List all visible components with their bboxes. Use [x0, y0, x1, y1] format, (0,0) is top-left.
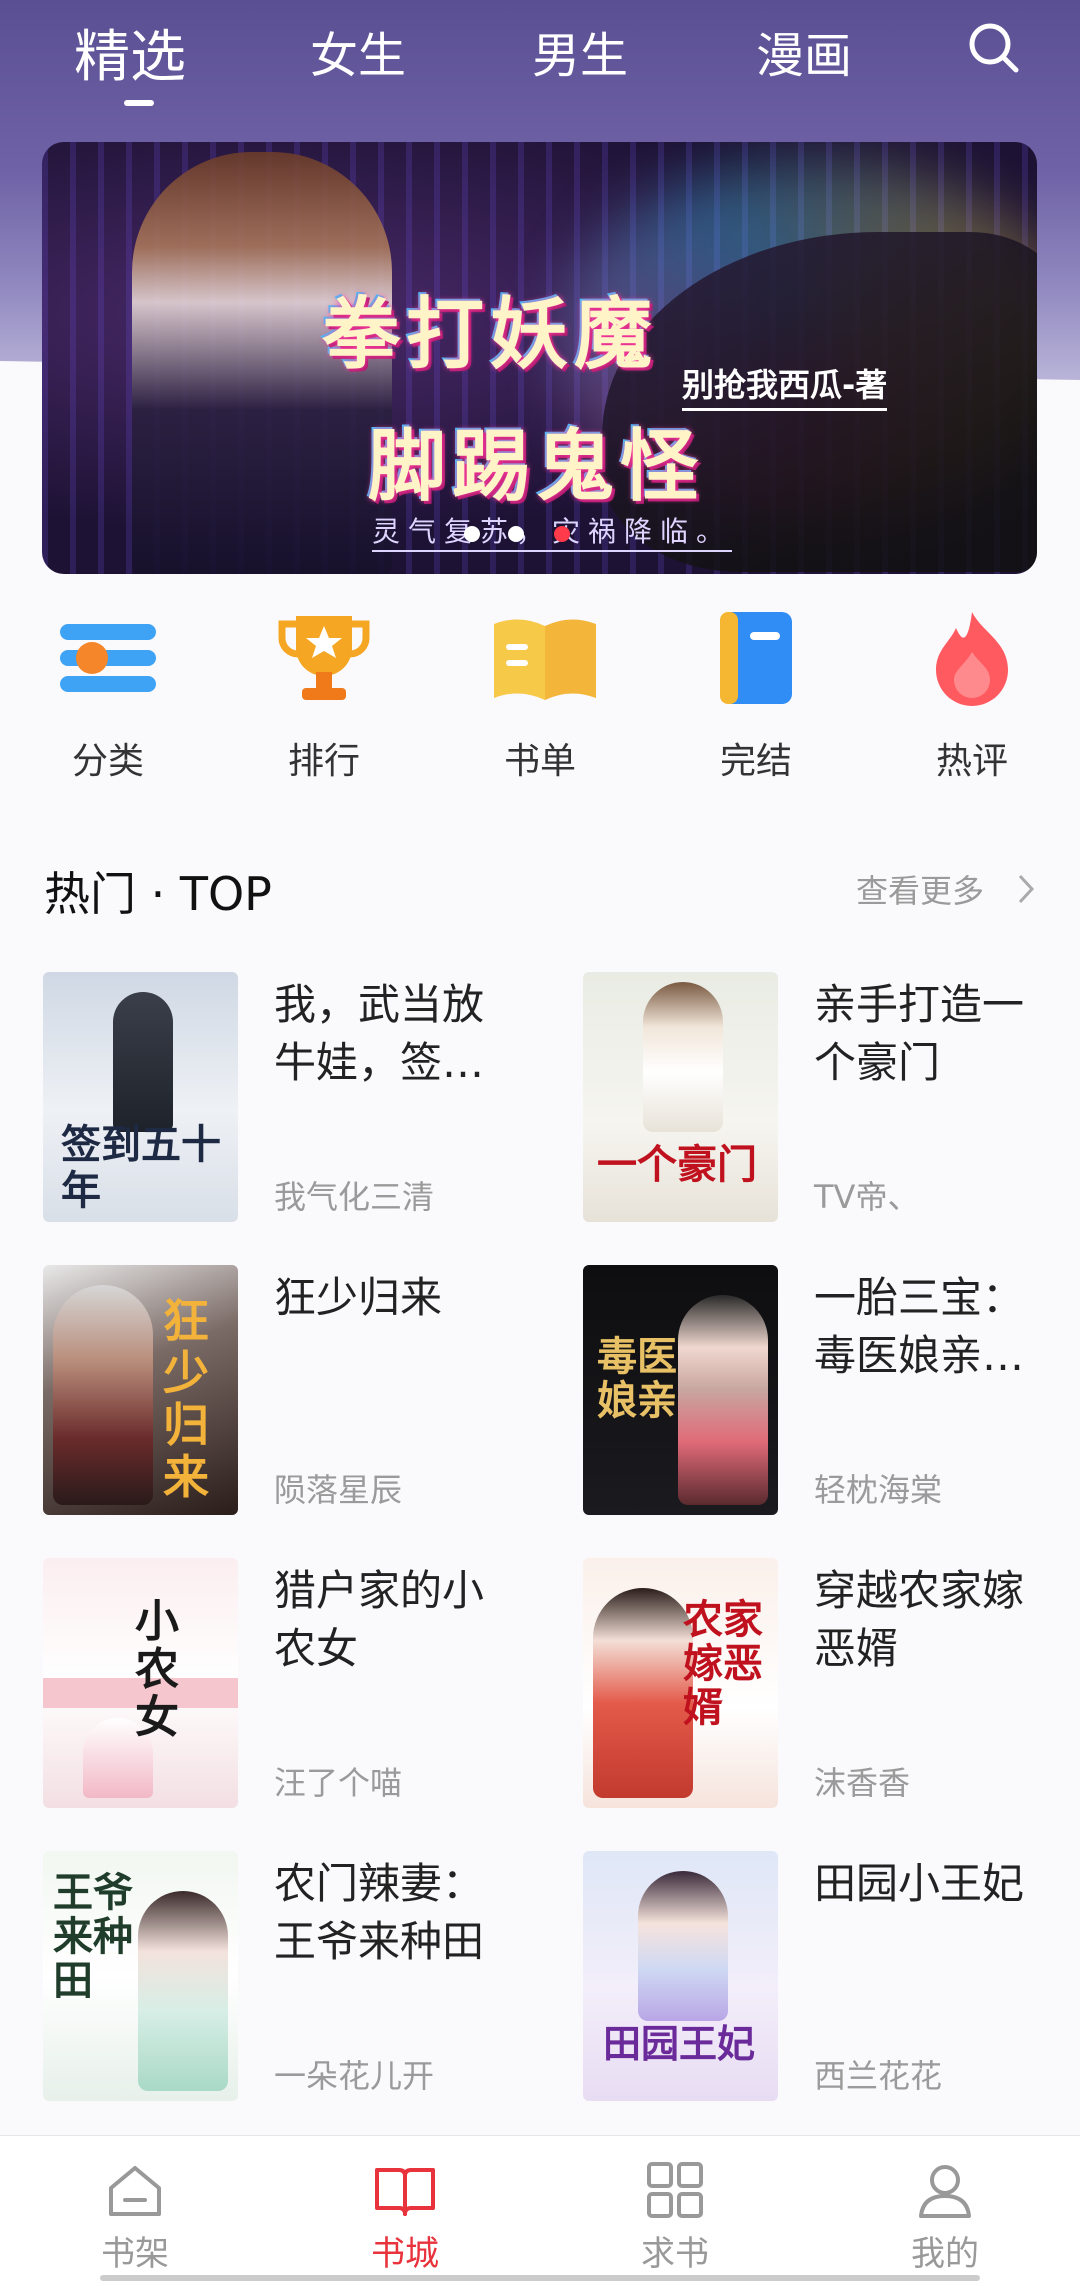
- trophy-icon: [274, 608, 374, 708]
- bottom-nav-label: 书城: [371, 2234, 439, 2274]
- book-item[interactable]: 田园王妃 田园小王妃 西兰花花: [583, 1851, 1080, 2101]
- book-author: 我气化三清: [274, 1178, 435, 1216]
- pagination-dot: [508, 526, 524, 542]
- bottom-nav-bookshelf[interactable]: 书架: [0, 2136, 270, 2284]
- tab-comics[interactable]: 漫画: [756, 16, 852, 86]
- tab-male[interactable]: 男生: [532, 16, 628, 86]
- banner-title-line2: 脚踢鬼怪: [368, 422, 705, 512]
- book-cover: 小农女: [43, 1558, 238, 1808]
- completed-book-icon: [706, 608, 806, 708]
- book-title: 亲手打造一个豪门: [814, 980, 1025, 1087]
- book-title: 田园小王妃: [814, 1859, 1025, 1908]
- book-item[interactable]: 小农女 猎户家的小农女 汪了个喵: [43, 1558, 563, 1808]
- book-title: 农门辣妻：王爷来种田: [274, 1859, 485, 1966]
- book-title: 一胎三宝：毒医娘亲不好惹: [814, 1273, 1025, 1380]
- quick-nav: 分类 排行 书单 完结 热评: [0, 600, 1080, 800]
- banner-title-line1: 拳打妖魔: [322, 290, 659, 380]
- quick-nav-hot-comments[interactable]: 热评: [892, 600, 1052, 784]
- book-author: 西兰花花: [814, 2057, 943, 2095]
- book-title: 穿越农家嫁恶婿: [814, 1566, 1025, 1673]
- book-item[interactable]: 王爷来种田 农门辣妻：王爷来种田 一朵花儿开: [43, 1851, 563, 2101]
- home-indicator[interactable]: [100, 2275, 980, 2281]
- bottom-nav-label: 我的: [911, 2234, 979, 2274]
- book-author: 陨落星辰: [274, 1471, 403, 1509]
- book-item[interactable]: 农家嫁恶婿 穿越农家嫁恶婿 沫香香: [583, 1558, 1080, 1808]
- book-cover: 一个豪门: [583, 972, 778, 1222]
- bottom-nav-profile[interactable]: 我的: [810, 2136, 1080, 2284]
- book-cover: 田园王妃: [583, 1851, 778, 2101]
- bookshelf-home-icon: [109, 2166, 161, 2216]
- user-icon: [919, 2165, 971, 2218]
- category-icon: [58, 608, 158, 708]
- view-more-link[interactable]: 查看更多: [856, 866, 984, 912]
- search-button[interactable]: [966, 20, 1022, 76]
- fire-icon: [922, 608, 1022, 708]
- book-title: 狂少归来: [274, 1273, 443, 1322]
- quick-nav-label: 分类: [71, 741, 144, 782]
- book-cover: 签到五十年: [43, 972, 238, 1222]
- bottom-nav-request[interactable]: 求书: [540, 2136, 810, 2284]
- book-author: 汪了个喵: [274, 1764, 403, 1802]
- quick-nav-ranking[interactable]: 排行: [244, 600, 404, 784]
- pagination-dot-active: [554, 526, 570, 542]
- book-title: 猎户家的小农女: [274, 1566, 485, 1673]
- pagination-dot: [464, 526, 480, 542]
- book-title: 我，武当放牛娃，签到五十年: [274, 980, 485, 1087]
- book-author: 一朵花儿开: [274, 2057, 435, 2095]
- book-list-icon: [490, 608, 596, 708]
- bottom-nav-bookstore[interactable]: 书城: [270, 2136, 540, 2284]
- book-author: 沫香香: [814, 1764, 911, 1802]
- book-cover: 狂少归来: [43, 1265, 238, 1515]
- book-author: TV帝、: [814, 1178, 920, 1216]
- bottom-nav-label: 书架: [101, 2234, 169, 2274]
- open-book-icon: [375, 2168, 435, 2216]
- book-cover: 农家嫁恶婿: [583, 1558, 778, 1808]
- quick-nav-label: 排行: [287, 741, 360, 782]
- quick-nav-label: 书单: [503, 741, 576, 782]
- quick-nav-completed[interactable]: 完结: [676, 600, 836, 784]
- book-item[interactable]: 狂少归来 狂少归来 陨落星辰: [43, 1265, 563, 1515]
- active-tab-indicator: [124, 100, 154, 106]
- search-icon: [969, 23, 1019, 73]
- section-title: 热门 · TOP: [44, 867, 272, 921]
- quick-nav-category[interactable]: 分类: [28, 600, 188, 784]
- top-tab-bar: 精选 女生 男生 漫画: [0, 0, 1080, 120]
- banner-author: 别抢我西瓜-著: [682, 360, 888, 411]
- quick-nav-booklist[interactable]: 书单: [460, 600, 620, 784]
- bottom-nav: 书架 书城 求书 我的: [0, 2135, 1080, 2284]
- chevron-right-icon[interactable]: [1016, 872, 1036, 906]
- promo-banner[interactable]: 拳打妖魔 别抢我西瓜-著 脚踢鬼怪 灵气复苏，灾祸降临。: [42, 142, 1037, 574]
- grid-icon: [647, 2162, 703, 2218]
- book-author: 轻枕海棠: [814, 1471, 943, 1509]
- book-item[interactable]: 一个豪门 亲手打造一个豪门 TV帝、: [583, 972, 1080, 1222]
- quick-nav-label: 热评: [935, 741, 1008, 782]
- bottom-nav-label: 求书: [641, 2234, 709, 2274]
- book-cover: 毒医娘亲: [583, 1265, 778, 1515]
- tab-female[interactable]: 女生: [310, 16, 406, 86]
- quick-nav-label: 完结: [719, 741, 792, 782]
- book-item[interactable]: 签到五十年 我，武当放牛娃，签到五十年 我气化三清: [43, 972, 563, 1222]
- book-cover: 王爷来种田: [43, 1851, 238, 2101]
- banner-tagline: 灵气复苏，灾祸降临。: [372, 510, 733, 552]
- tab-featured[interactable]: 精选: [74, 12, 186, 93]
- book-item[interactable]: 毒医娘亲 一胎三宝：毒医娘亲不好惹 轻枕海棠: [583, 1265, 1080, 1515]
